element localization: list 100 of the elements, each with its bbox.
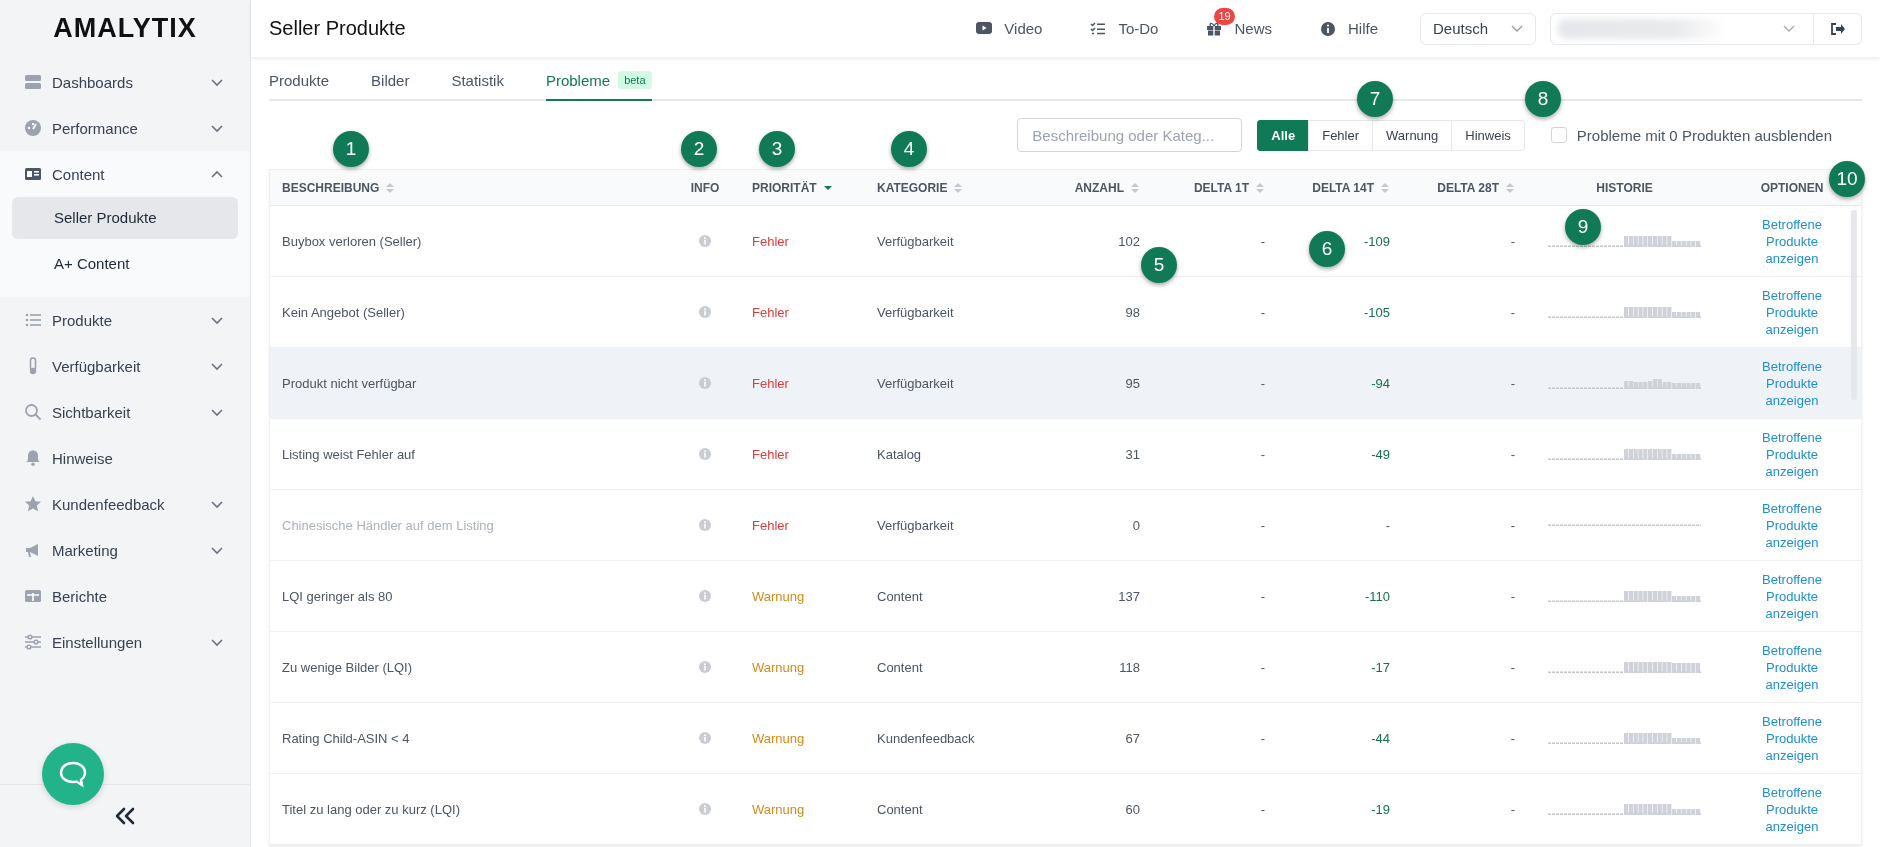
filter-button[interactable]: Warnung bbox=[1372, 119, 1453, 151]
chevron-icon[interactable] bbox=[210, 498, 224, 510]
link[interactable]: Betroffene Produkte anzeigen bbox=[1762, 712, 1822, 764]
table-cell: 102 bbox=[1118, 233, 1140, 249]
language-select[interactable]: Deutsch bbox=[1420, 12, 1536, 45]
column-header[interactable]: BESCHREIBUNG bbox=[282, 180, 380, 195]
table-row[interactable]: Zu wenige Bilder (LQI) Warnung Content 118 - -17 - Betroffene Produkte anzeigen bbox=[270, 632, 1861, 703]
sidebar-item[interactable]: Berichte bbox=[0, 573, 250, 619]
table-row[interactable]: Rating Child-ASIN < 4 Warnung Kundenfeedback 67 - -44 - Betroffene Produkte anzeigen bbox=[270, 703, 1861, 774]
info-icon[interactable] bbox=[699, 448, 711, 460]
chevron-icon[interactable] bbox=[210, 406, 224, 418]
chevron-icon[interactable] bbox=[210, 314, 224, 326]
tab[interactable]: Produkte bbox=[269, 67, 330, 101]
info-icon[interactable] bbox=[699, 306, 711, 318]
table-row[interactable]: Chinesische Händler auf dem Listing Fehler Verfügbarkeit 0 - - - Betroffene Produkte anzeigen bbox=[270, 490, 1861, 561]
info-icon[interactable] bbox=[699, 590, 711, 602]
table-cell: - bbox=[1510, 801, 1515, 817]
column-header[interactable]: DELTA 14T bbox=[1312, 180, 1374, 195]
info-icon[interactable] bbox=[699, 661, 711, 673]
chat-button[interactable] bbox=[42, 743, 104, 805]
logo: AMALYTIX bbox=[52, 12, 198, 45]
table-row[interactable]: Listing weist Fehler auf Fehler Katalog 31 - -49 - Betroffene Produkte anzeigen bbox=[270, 419, 1861, 490]
chat-icon bbox=[58, 760, 88, 788]
table-cell: - bbox=[1260, 517, 1265, 533]
table-row[interactable]: LQI geringer als 80 Warnung Content 137 - -110 - Betroffene Produkte anzeigen bbox=[270, 561, 1861, 632]
header-link[interactable]: Hilfe bbox=[1320, 20, 1378, 37]
table-row[interactable]: Produkt nicht verfügbar Fehler Verfügbarkeit 95 - -94 - Betroffene Produkte anzeigen bbox=[270, 348, 1861, 419]
link[interactable]: Betroffene Produkte anzeigen bbox=[1762, 783, 1822, 835]
sidebar-item[interactable]: Dashboards bbox=[0, 59, 250, 105]
tab[interactable]: Bilder bbox=[371, 67, 410, 101]
sidebar-subitem[interactable]: Seller Produkte bbox=[12, 197, 238, 239]
table-cell: - bbox=[1260, 588, 1265, 604]
filter-button[interactable]: Fehler bbox=[1308, 119, 1374, 151]
link[interactable]: Betroffene Produkte anzeigen bbox=[1762, 428, 1822, 480]
gauge-icon bbox=[24, 119, 42, 137]
step-marker: 7 bbox=[1357, 81, 1393, 117]
filter-button[interactable]: Hinweis bbox=[1451, 119, 1525, 151]
scrollbar[interactable] bbox=[1851, 210, 1857, 400]
header-link[interactable]: Video bbox=[976, 20, 1043, 37]
beta-badge: beta bbox=[618, 71, 652, 89]
info-icon[interactable] bbox=[699, 519, 711, 531]
table-cell: Verfügbarkeit bbox=[877, 233, 954, 249]
table-icon bbox=[24, 587, 42, 605]
link[interactable]: Betroffene Produkte anzeigen bbox=[1762, 286, 1822, 338]
table-cell: - bbox=[1510, 304, 1515, 320]
logout-button[interactable] bbox=[1814, 12, 1862, 45]
sidebar-item[interactable]: Hinweise bbox=[0, 435, 250, 481]
info-icon[interactable] bbox=[699, 803, 711, 815]
info-icon[interactable] bbox=[699, 377, 711, 389]
collapse-icon[interactable] bbox=[113, 807, 137, 825]
sidebar-item[interactable]: Einstellungen bbox=[0, 619, 250, 665]
sidebar-item[interactable]: Marketing bbox=[0, 527, 250, 573]
column-header[interactable]: DELTA 1T bbox=[1193, 180, 1249, 195]
chevron-icon[interactable] bbox=[210, 168, 224, 180]
column-header[interactable]: DELTA 28T bbox=[1437, 180, 1499, 195]
sidebar-item[interactable]: Content bbox=[0, 151, 250, 197]
column-header[interactable]: ANZAHL bbox=[1074, 180, 1124, 195]
step-marker: 3 bbox=[759, 131, 795, 167]
table-cell: -110 bbox=[1364, 588, 1390, 604]
link[interactable]: Betroffene Produkte anzeigen bbox=[1762, 499, 1822, 551]
table-cell: Zu wenige Bilder (LQI) bbox=[282, 659, 413, 675]
table-cell: 95 bbox=[1125, 375, 1140, 391]
header-link[interactable]: To-Do bbox=[1090, 20, 1159, 37]
table-cell: - bbox=[1510, 446, 1515, 462]
sidebar-item[interactable]: Kundenfeedback bbox=[0, 481, 250, 527]
column-header[interactable]: KATEGORIE bbox=[877, 180, 948, 195]
table-cell: 137 bbox=[1118, 588, 1140, 604]
table-cell: - bbox=[1260, 446, 1265, 462]
sidebar-item[interactable]: Performance bbox=[0, 105, 250, 151]
table-cell: - bbox=[1510, 730, 1515, 746]
column-header[interactable]: PRIORITÄT bbox=[752, 180, 817, 195]
sidebar-item[interactable]: Verfügbarkeit bbox=[0, 343, 250, 389]
link[interactable]: Betroffene Produkte anzeigen bbox=[1762, 641, 1822, 693]
table-row[interactable]: Titel zu lang oder zu kurz (LQI) Warnung Content 60 - -19 - Betroffene Produkte anzeigen bbox=[270, 774, 1861, 845]
filter-button[interactable]: Alle bbox=[1257, 119, 1310, 151]
sort-icon[interactable] bbox=[822, 184, 833, 191]
checkbox[interactable] bbox=[1550, 127, 1567, 143]
table-cell: Warnung bbox=[752, 801, 805, 817]
table-cell: - bbox=[1260, 659, 1265, 675]
info-icon[interactable] bbox=[699, 235, 711, 247]
chevron-icon[interactable] bbox=[210, 360, 224, 372]
tab[interactable]: Probleme beta bbox=[545, 67, 652, 101]
table-row[interactable]: Kein Angebot (Seller) Fehler Verfügbarkeit 98 - -105 - Betroffene Produkte anzeigen bbox=[270, 277, 1861, 348]
chevron-icon[interactable] bbox=[210, 636, 224, 648]
table-cell: 0 bbox=[1132, 517, 1140, 533]
table-cell: - bbox=[1385, 517, 1390, 533]
search-icon bbox=[24, 403, 42, 421]
info-icon[interactable] bbox=[699, 732, 711, 744]
table-cell: Fehler bbox=[752, 375, 789, 391]
search-field[interactable]: Beschreibung oder Kateg... bbox=[1017, 118, 1243, 152]
sidebar-subitem[interactable]: A+ Content bbox=[12, 243, 238, 285]
chevron-icon[interactable] bbox=[210, 544, 224, 556]
table-cell: Verfügbarkeit bbox=[877, 375, 954, 391]
chevron-icon[interactable] bbox=[210, 76, 224, 88]
link[interactable]: Betroffene Produkte anzeigen bbox=[1762, 215, 1822, 267]
tab[interactable]: Statistik bbox=[451, 67, 504, 101]
chevron-icon[interactable] bbox=[210, 122, 224, 134]
sidebar-item[interactable]: Produkte bbox=[0, 297, 250, 343]
link[interactable]: Betroffene Produkte anzeigen bbox=[1762, 570, 1822, 622]
sidebar-item[interactable]: Sichtbarkeit bbox=[0, 389, 250, 435]
